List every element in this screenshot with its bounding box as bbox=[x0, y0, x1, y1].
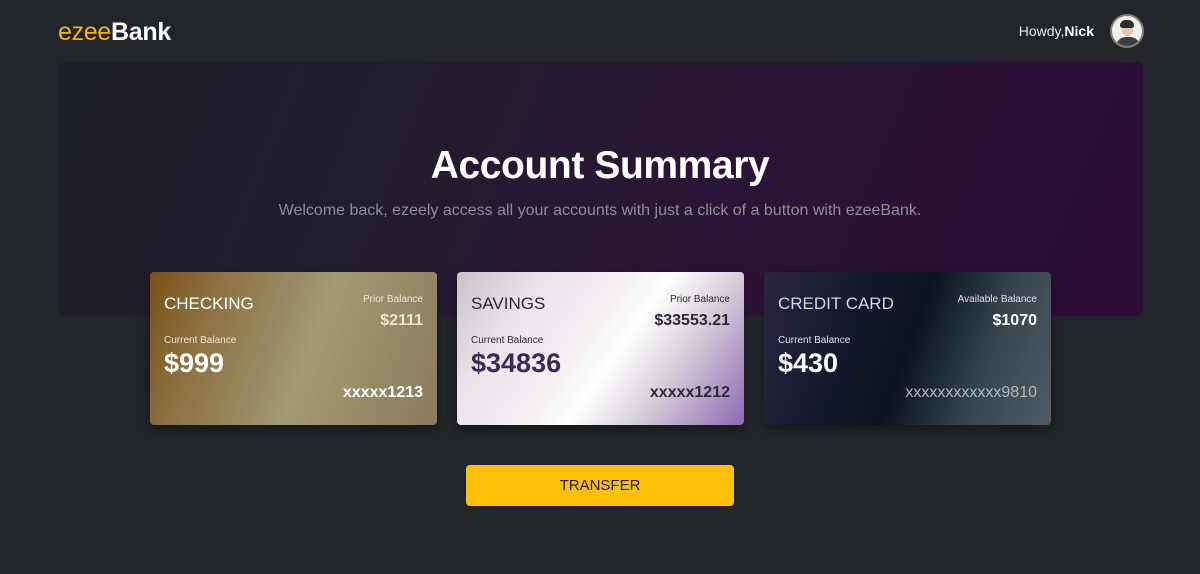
account-number: xxxxx1212 bbox=[649, 384, 730, 401]
user-menu[interactable]: Howdy,Nick bbox=[1019, 14, 1144, 48]
user-name: Nick bbox=[1064, 23, 1094, 39]
available-balance-label: Available Balance bbox=[957, 294, 1037, 305]
prior-balance-value: $2111 bbox=[380, 312, 423, 329]
prior-balance-value: $33553.21 bbox=[654, 312, 730, 329]
current-balance-label: Current Balance bbox=[471, 335, 544, 346]
current-balance-value: $34836 bbox=[471, 348, 562, 378]
avatar[interactable] bbox=[1110, 14, 1144, 48]
available-balance-value: $1070 bbox=[992, 312, 1038, 329]
account-name: SAVINGS bbox=[471, 294, 546, 313]
prior-balance-label: Prior Balance bbox=[362, 294, 423, 305]
greeting-prefix: Howdy, bbox=[1018, 23, 1065, 39]
avatar-shirt bbox=[1116, 37, 1140, 46]
current-balance-label: Current Balance bbox=[778, 335, 851, 346]
page-title: Account Summary bbox=[430, 144, 770, 187]
account-number: xxxxx1213 bbox=[342, 384, 423, 401]
current-balance-value: $999 bbox=[164, 348, 225, 378]
prior-balance-label: Prior Balance bbox=[669, 294, 730, 305]
avatar-hair bbox=[1120, 20, 1134, 28]
account-card-savings[interactable]: SAVINGS Prior Balance $33553.21 Current … bbox=[457, 272, 744, 425]
current-balance-value: $430 bbox=[778, 348, 839, 378]
account-name: CHECKING bbox=[164, 294, 254, 313]
logo-accent-text: ezee bbox=[58, 18, 112, 46]
account-card-credit[interactable]: CREDIT CARD Available Balance $1070 Curr… bbox=[764, 272, 1051, 425]
page-subtitle: Welcome back, ezeely access all your acc… bbox=[278, 202, 922, 219]
current-balance-label: Current Balance bbox=[164, 335, 237, 346]
logo[interactable]: ezeeBank bbox=[58, 18, 171, 47]
account-name: CREDIT CARD bbox=[778, 294, 894, 313]
logo-main-text: Bank bbox=[111, 18, 171, 46]
account-card-checking[interactable]: CHECKING Prior Balance $2111 Current Bal… bbox=[150, 272, 437, 425]
account-number: xxxxxxxxxxxx9810 bbox=[905, 384, 1037, 401]
transfer-button[interactable]: TRANSFER bbox=[466, 465, 734, 506]
greeting: Howdy,Nick bbox=[1019, 23, 1094, 39]
